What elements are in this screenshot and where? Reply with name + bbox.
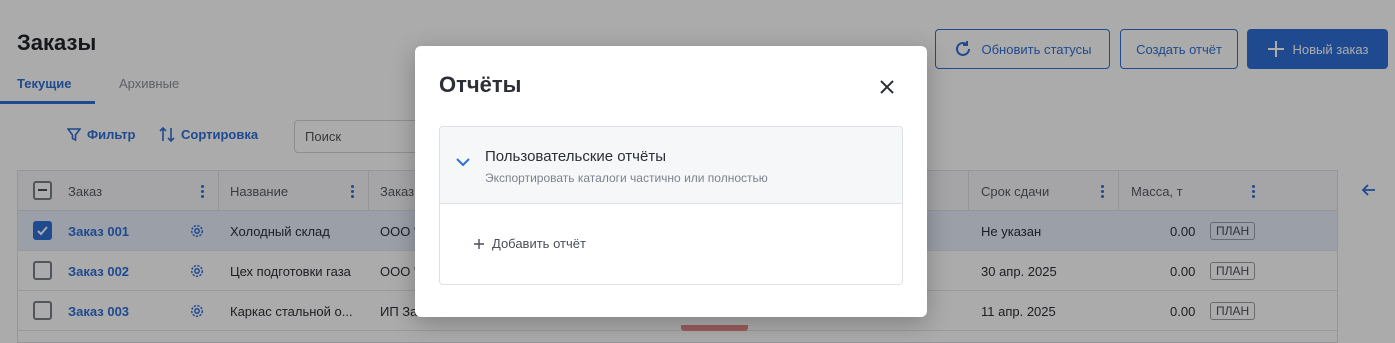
modal-title: Отчёты [439, 72, 522, 97]
accordion-title: Пользовательские отчёты [485, 148, 666, 165]
accordion-subtitle: Экспортировать каталоги частично или пол… [485, 171, 768, 185]
plus-icon [474, 238, 484, 249]
reports-modal: Отчёты Пользовательские отчёты Экспортир… [415, 46, 927, 317]
accordion-header[interactable]: Пользовательские отчёты Экспортировать к… [440, 127, 902, 204]
custom-reports-accordion: Пользовательские отчёты Экспортировать к… [439, 126, 903, 285]
add-report-label: Добавить отчёт [492, 236, 586, 251]
add-report-button[interactable]: Добавить отчёт [474, 236, 586, 251]
close-icon[interactable] [876, 76, 898, 98]
chevron-down-icon [456, 158, 470, 167]
